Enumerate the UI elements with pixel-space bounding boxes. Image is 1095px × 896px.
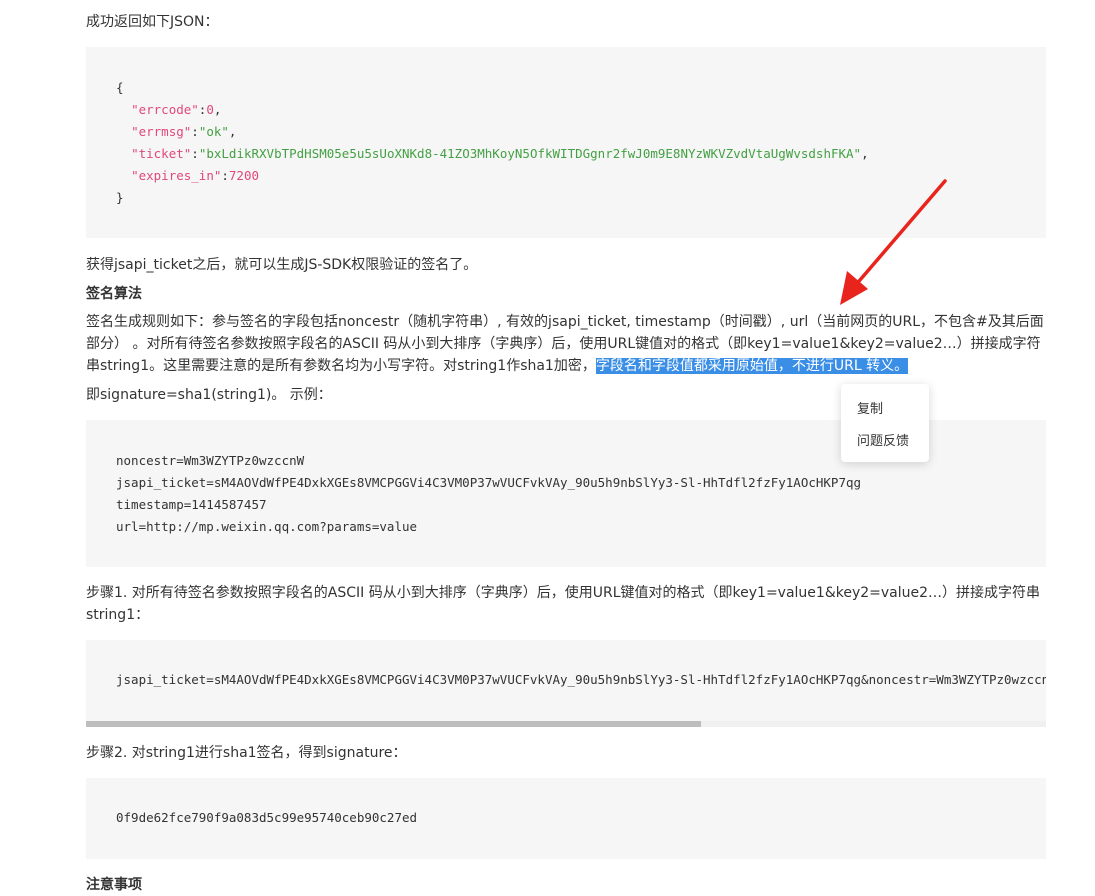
string1-code-block: jsapi_ticket=sM4AOVdWfPE4DxkXGEs8VMCPGGV… [86,640,1046,721]
param-timestamp: timestamp=1414587457 [116,497,267,512]
sign-rule-paragraph[interactable]: 签名生成规则如下：参与签名的字段包括noncestr（随机字符串）, 有效的js… [86,311,1046,377]
json-key-errcode: "errcode" [131,102,199,117]
json-close-brace: } [116,190,124,205]
json-val-ticket: "bxLdikRXVbTPdHSM05e5u5sUoXNKd8-41ZO3MhK… [198,146,862,161]
step1-text: 步骤1. 对所有待签名参数按照字段名的ASCII 码从小到大排序（字典序）后，使… [86,585,1041,623]
string1-code: jsapi_ticket=sM4AOVdWfPE4DxkXGEs8VMCPGGV… [116,672,1046,687]
json-key-ticket: "ticket" [131,146,192,161]
param-noncestr: noncestr=Wm3WZYTPz0wzccnW [116,453,305,468]
param-jsapi-ticket: jsapi_ticket=sM4AOVdWfPE4DxkXGEs8VMCPGGV… [116,475,862,490]
context-menu: 复制 问题反馈 [841,384,929,462]
notes-heading: 注意事项 [86,877,142,893]
json-key-errmsg: "errmsg" [131,124,192,139]
signature-code: 0f9de62fce790f9a083d5c99e95740ceb90c27ed [116,810,418,825]
context-menu-feedback[interactable]: 问题反馈 [857,430,909,449]
json-val-errmsg: "ok" [198,124,229,139]
selected-text-highlight[interactable]: 字段名和字段值都采用原始值，不进行URL 转义。 [595,358,909,374]
horizontal-scrollbar[interactable] [86,721,1046,727]
red-arrow-icon [840,179,947,305]
scrollbar-thumb[interactable] [86,721,701,727]
context-menu-copy[interactable]: 复制 [857,398,883,417]
json-val-errcode: 0 [206,102,214,117]
step2-text: 步骤2. 对string1进行sha1签名，得到signature： [86,745,407,761]
signature-code-block: 0f9de62fce790f9a083d5c99e95740ceb90c27ed [86,778,1046,859]
json-key-expires: "expires_in" [131,168,222,183]
json-open-brace: { [116,80,124,95]
param-url: url=http://mp.weixin.qq.com?params=value [116,519,418,534]
intro-json-text: 成功返回如下JSON： [86,14,219,30]
json-val-expires: 7200 [228,168,260,183]
